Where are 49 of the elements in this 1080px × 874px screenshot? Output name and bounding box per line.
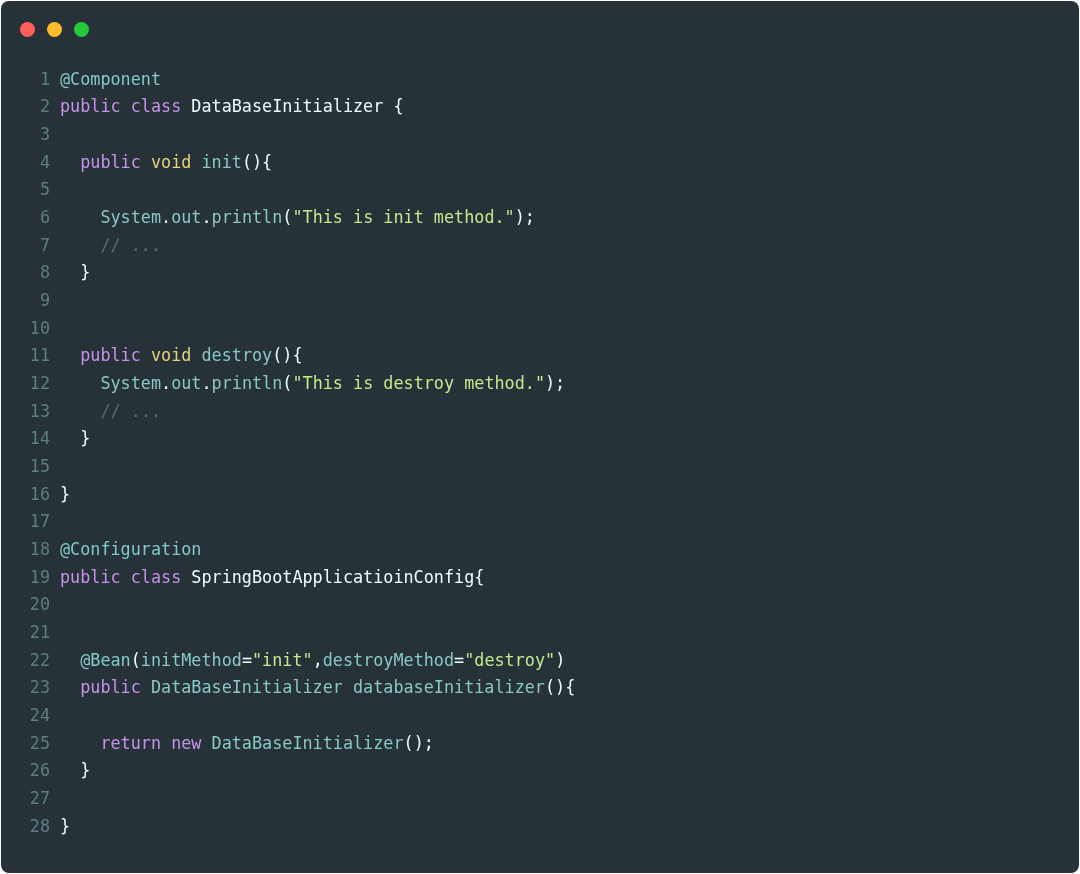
window-control-icon[interactable]: [47, 22, 62, 37]
line-number: 15: [29, 456, 50, 476]
code-line: @Component: [60, 68, 162, 89]
line-number: 13: [29, 400, 50, 421]
code-line: }: [60, 483, 71, 504]
code-line: // ...: [99, 234, 162, 255]
line-number: 19: [29, 566, 50, 587]
line-number: 10: [29, 317, 50, 338]
code-line: public class SpringBootApplicatioinConfig{: [60, 566, 485, 587]
code-line: public DataBaseInitializer databaseInitializer(){: [79, 677, 576, 698]
code-line: }: [79, 428, 91, 449]
line-number: 11: [29, 345, 50, 366]
line-number: 5: [39, 179, 50, 200]
window-control-icon[interactable]: [20, 22, 35, 37]
line-number: 27: [29, 787, 50, 808]
line-number: 2: [39, 96, 50, 117]
line-number: 18: [29, 539, 50, 559]
line-number: 12: [29, 373, 50, 394]
code-line: public void destroy(){: [79, 345, 303, 366]
line-number: 16: [29, 483, 50, 504]
line-number: 3: [39, 124, 50, 145]
line-number: 8: [39, 262, 50, 283]
line-number: 1: [39, 68, 50, 89]
code-line: }: [60, 815, 71, 836]
code-line: System.out.println("This is init method.");: [99, 207, 535, 228]
code-line: public class DataBaseInitializer {: [60, 96, 404, 117]
line-number: 20: [29, 594, 50, 615]
line-number: 28: [29, 815, 50, 836]
code-line: System.out.println("This is destroy method.");: [99, 373, 566, 394]
code-line: public void init(){: [79, 151, 273, 172]
code-line: }: [79, 760, 91, 781]
line-number: 9: [39, 290, 50, 311]
line-number: 7: [39, 234, 50, 255]
line-number: 22: [29, 649, 50, 670]
code-line: @Bean(initMethod="init",destroyMethod="destroy"): [79, 649, 566, 670]
line-number: 21: [29, 621, 50, 642]
code-line: @Configuration: [60, 539, 202, 559]
line-number: 23: [29, 677, 50, 698]
line-number: 17: [29, 511, 50, 532]
code-line: }: [79, 262, 91, 283]
line-number: 26: [29, 760, 50, 781]
line-number: 14: [29, 428, 50, 449]
window-control-icon[interactable]: [74, 22, 89, 37]
line-number: 6: [39, 207, 50, 228]
line-number: 4: [39, 151, 50, 172]
line-number: 24: [29, 704, 50, 725]
code-line: return new DataBaseInitializer();: [99, 732, 434, 753]
line-number: 25: [29, 732, 50, 753]
code-line: // ...: [99, 400, 162, 421]
